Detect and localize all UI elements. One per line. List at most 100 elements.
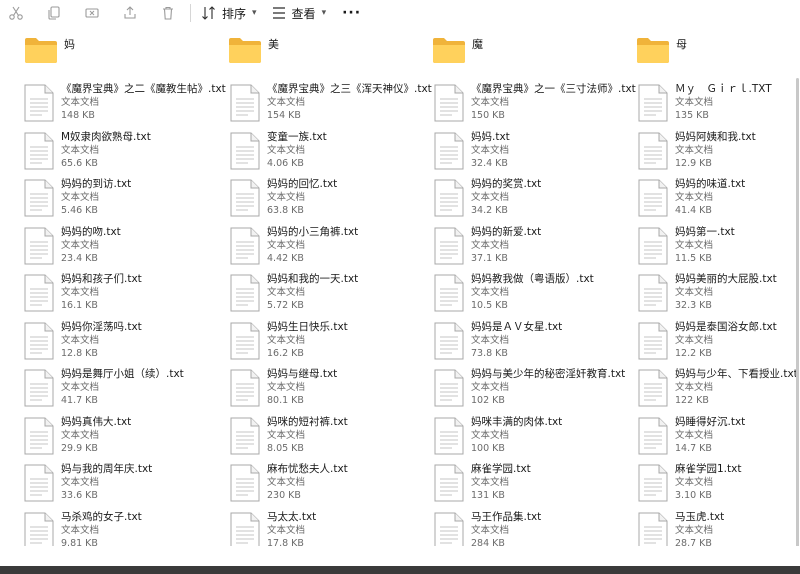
- file-type: 文本文档: [471, 239, 510, 251]
- file-item[interactable]: 马王作品集.txt 文本文档 284 KB: [434, 510, 632, 546]
- folder-item[interactable]: 美: [228, 36, 279, 64]
- file-item[interactable]: 麻布忧愁夫人.txt 文本文档 230 KB: [230, 462, 428, 506]
- file-item[interactable]: 马玉虎.txt 文本文档 28.7 KB: [638, 510, 800, 547]
- file-type: 文本文档: [675, 524, 714, 536]
- rename-icon[interactable]: [82, 3, 102, 23]
- file-item[interactable]: 妈妈的到访.txt 文本文档 5.46 KB: [24, 177, 222, 221]
- file-item[interactable]: 妈妈美丽的大屁股.txt 文本文档 32.3 KB: [638, 272, 800, 316]
- text-document-icon: [434, 84, 464, 122]
- file-item[interactable]: 《魔界宝典》之二《魔教生帖》.txt 文本文档 148 KB: [24, 82, 226, 126]
- copy-icon[interactable]: [44, 3, 64, 23]
- view-button[interactable]: 查看 ▾: [271, 5, 327, 22]
- text-document-icon: [638, 84, 668, 122]
- text-document-icon: [230, 227, 260, 265]
- file-explorer-window: 排序 ▾ 查看 ▾ ··· 妈 美 魔 母 《魔界宝典》之二《魔教生帖》.txt…: [0, 0, 800, 574]
- file-item[interactable]: 妈妈你淫荡吗.txt 文本文档 12.8 KB: [24, 320, 222, 364]
- text-document-icon: [24, 227, 54, 265]
- folder-icon: [433, 38, 465, 63]
- file-type: 文本文档: [471, 429, 510, 441]
- file-name: 妈与我的周年庆.txt: [61, 463, 153, 475]
- file-item[interactable]: 妈妈和我的一天.txt 文本文档 5.72 KB: [230, 272, 428, 316]
- chevron-down-icon: ▾: [321, 8, 327, 18]
- file-item[interactable]: 妈妈与美少年的秘密淫奸教育.txt 文本文档 102 KB: [434, 367, 632, 411]
- file-name: Ｍｙ Ｇｉｒｌ.TXT: [675, 83, 772, 95]
- file-item[interactable]: 妈妈真伟大.txt 文本文档 29.9 KB: [24, 415, 222, 459]
- file-item[interactable]: 《魔界宝典》之一《三寸法师》.txt 文本文档 150 KB: [434, 82, 636, 126]
- file-item[interactable]: 《魔界宝典》之三《浑天神仪》.txt 文本文档 154 KB: [230, 82, 432, 126]
- file-size: 17.8 KB: [267, 537, 304, 547]
- text-document-icon: [230, 84, 260, 122]
- file-type: 文本文档: [675, 429, 714, 441]
- file-item[interactable]: 妈妈的新爱.txt 文本文档 37.1 KB: [434, 225, 632, 269]
- file-item[interactable]: 妈与我的周年庆.txt 文本文档 33.6 KB: [24, 462, 222, 506]
- file-item[interactable]: 妈妈的回忆.txt 文本文档 63.8 KB: [230, 177, 428, 221]
- delete-icon[interactable]: [158, 3, 178, 23]
- file-size: 154 KB: [267, 110, 301, 121]
- file-item[interactable]: 妈妈与继母.txt 文本文档 80.1 KB: [230, 367, 428, 411]
- file-item[interactable]: 马太太.txt 文本文档 17.8 KB: [230, 510, 428, 547]
- file-name: 妈妈的回忆.txt: [267, 178, 338, 190]
- file-item[interactable]: 妈妈的小三角裤.txt 文本文档 4.42 KB: [230, 225, 428, 269]
- file-size: 28.7 KB: [675, 537, 712, 547]
- file-item[interactable]: 麻雀学园1.txt 文本文档 3.10 KB: [638, 462, 800, 506]
- vertical-scrollbar[interactable]: [796, 78, 799, 546]
- file-item[interactable]: 妈咪丰满的肉体.txt 文本文档 100 KB: [434, 415, 632, 459]
- file-size: 135 KB: [675, 110, 709, 121]
- folder-label: 美: [268, 38, 279, 51]
- text-document-icon: [638, 464, 668, 502]
- text-document-icon: [24, 369, 54, 407]
- text-document-icon: [638, 369, 668, 407]
- file-item[interactable]: 马杀鸡的女子.txt 文本文档 9.81 KB: [24, 510, 222, 547]
- file-type: 文本文档: [267, 429, 306, 441]
- taskbar: [0, 566, 800, 574]
- file-name: 麻雀学园1.txt: [675, 463, 742, 475]
- file-size: 37.1 KB: [471, 252, 508, 264]
- file-item[interactable]: 妈妈的奖赏.txt 文本文档 34.2 KB: [434, 177, 632, 221]
- file-item[interactable]: 妈妈和孩子们.txt 文本文档 16.1 KB: [24, 272, 222, 316]
- folder-item[interactable]: 妈: [24, 36, 75, 64]
- file-item[interactable]: 妈妈生日快乐.txt 文本文档 16.2 KB: [230, 320, 428, 364]
- file-item[interactable]: 妈妈教我做（粤语版）.txt 文本文档 10.5 KB: [434, 272, 632, 316]
- file-size: 5.72 KB: [267, 300, 304, 311]
- file-item[interactable]: 妈睡得好沉.txt 文本文档 14.7 KB: [638, 415, 800, 459]
- file-item[interactable]: 妈妈是舞厅小姐（续）.txt 文本文档 41.7 KB: [24, 367, 222, 411]
- folder-item[interactable]: 魔: [432, 36, 483, 64]
- file-item[interactable]: 妈妈的味道.txt 文本文档 41.4 KB: [638, 177, 800, 221]
- file-name: 妈妈教我做（粤语版）.txt: [471, 273, 594, 285]
- file-item[interactable]: M奴隶肉欲熟母.txt 文本文档 65.6 KB: [24, 130, 222, 174]
- file-name: 妈咪丰满的肉体.txt: [471, 415, 563, 428]
- file-item[interactable]: 妈咪的短衬裤.txt 文本文档 8.05 KB: [230, 415, 428, 459]
- more-options-button[interactable]: ···: [342, 5, 361, 21]
- file-size: 9.81 KB: [61, 537, 98, 547]
- folder-item[interactable]: 母: [636, 36, 687, 64]
- file-item[interactable]: 妈妈阿姨和我.txt 文本文档 12.9 KB: [638, 130, 800, 174]
- cut-icon[interactable]: [6, 3, 26, 23]
- file-item[interactable]: 妈妈是ＡＶ女星.txt 文本文档 73.8 KB: [434, 320, 632, 364]
- file-type: 文本文档: [675, 287, 714, 298]
- file-type: 文本文档: [61, 429, 100, 441]
- file-name: 妈妈阿姨和我.txt: [675, 130, 756, 143]
- file-size: 34.2 KB: [471, 205, 508, 216]
- text-document-icon: [230, 274, 260, 312]
- file-name: 妈咪的短衬裤.txt: [267, 415, 348, 428]
- file-size: 148 KB: [61, 110, 95, 121]
- file-item[interactable]: 妈妈.txt 文本文档 32.4 KB: [434, 130, 632, 174]
- file-type: 文本文档: [471, 97, 510, 108]
- text-document-icon: [24, 132, 54, 170]
- text-document-icon: [24, 417, 54, 455]
- file-item[interactable]: Ｍｙ Ｇｉｒｌ.TXT 文本文档 135 KB: [638, 82, 800, 126]
- file-size: 32.3 KB: [675, 300, 712, 311]
- file-name: 妈妈美丽的大屁股.txt: [675, 273, 777, 285]
- file-item[interactable]: 妈妈的吻.txt 文本文档 23.4 KB: [24, 225, 222, 269]
- file-item[interactable]: 妈妈与少年、下看授业.txt 文本文档 122 KB: [638, 367, 800, 411]
- file-type: 文本文档: [61, 524, 100, 536]
- file-item[interactable]: 变童一族.txt 文本文档 4.06 KB: [230, 130, 428, 174]
- sort-button[interactable]: 排序 ▾: [201, 5, 257, 22]
- file-item[interactable]: 妈妈是泰国浴女郎.txt 文本文档 12.2 KB: [638, 320, 800, 364]
- file-type: 文本文档: [675, 97, 714, 108]
- share-icon[interactable]: [120, 3, 140, 23]
- text-document-icon: [638, 227, 668, 265]
- file-item[interactable]: 妈妈第一.txt 文本文档 11.5 KB: [638, 225, 800, 269]
- file-item[interactable]: 麻雀学园.txt 文本文档 131 KB: [434, 462, 632, 506]
- file-name: 妈妈和我的一天.txt: [267, 273, 359, 285]
